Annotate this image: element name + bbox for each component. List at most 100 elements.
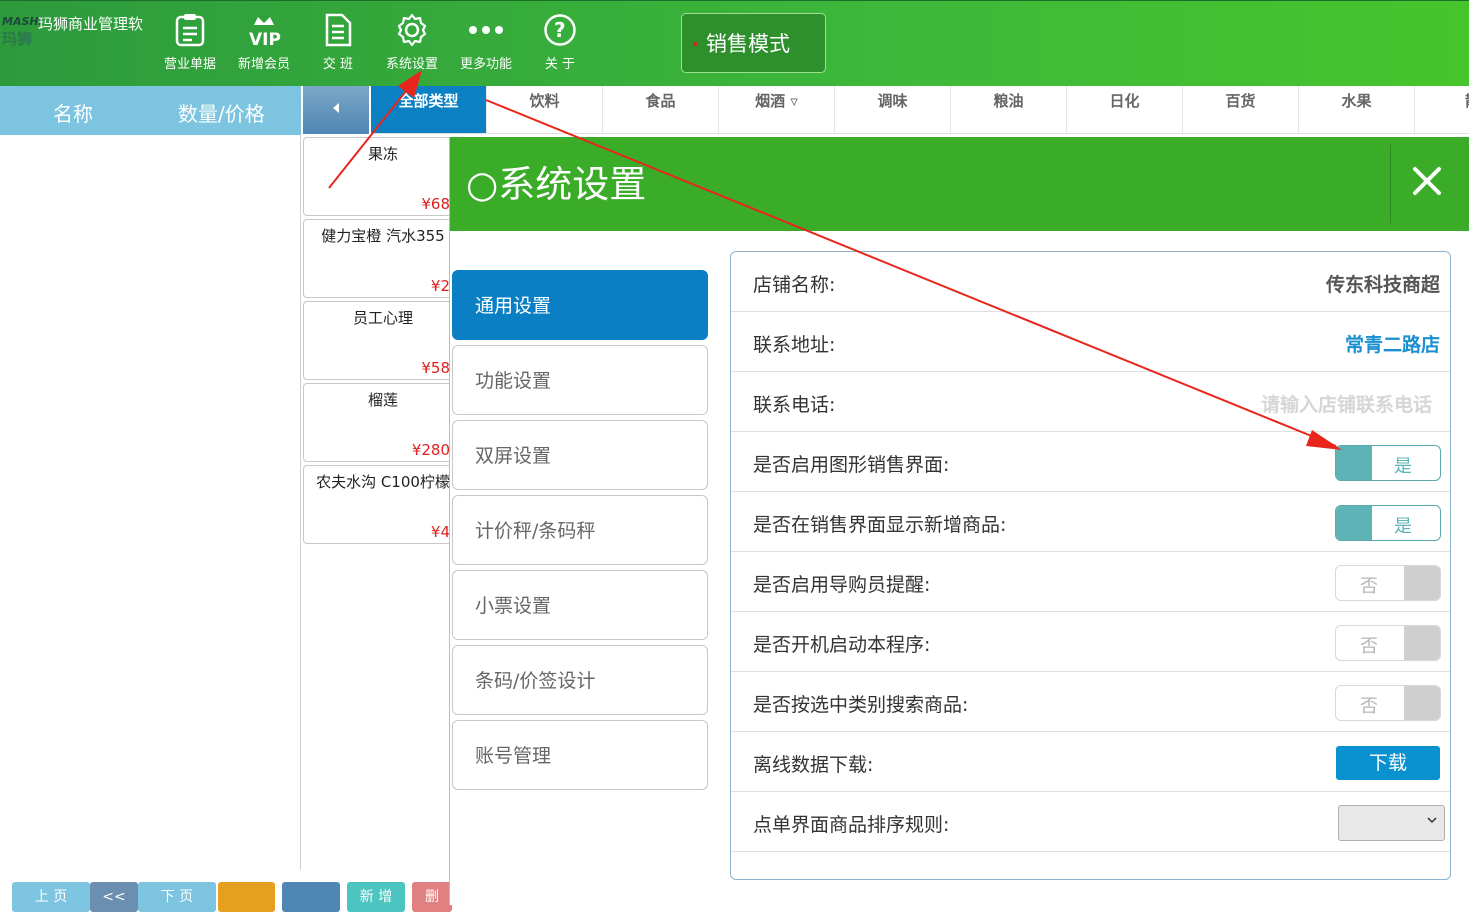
toggle-knob [1404,566,1440,600]
toggle-text: 是 [1394,516,1412,537]
product-name: 健力宝橙 汽水355 [321,227,445,245]
toolbar-label: 关 于 [544,57,576,72]
guide-remind-toggle[interactable]: 否 [1335,565,1441,601]
sales-mode-button[interactable]: 销售模式 [681,13,826,73]
action-button[interactable] [282,882,340,912]
action-button[interactable] [218,882,275,912]
toolbar-label: 营业单据 [163,57,216,72]
logo-mark-top: MASHI [2,15,43,28]
setting-row-show-new-products: 是否在销售界面显示新增商品: 是 [731,492,1450,552]
category-tab[interactable]: 饮料 [487,86,603,133]
product-card[interactable]: 榴莲 ¥280 [303,383,453,462]
setting-label: 联系电话: [753,394,836,416]
dialog-title: ○系统设置 [466,163,647,206]
phone-input[interactable]: 请输入店铺联系电话 [1261,390,1432,417]
divider [1390,145,1391,223]
status-dot [693,42,697,46]
close-icon [1405,167,1449,207]
chevron-down-icon [1427,814,1437,828]
general-settings-panel: 店铺名称: 传东科技商超 联系地址: 常青二路店 联系电话: 请输入店铺联系电话… [730,251,1451,880]
vip-crown-icon: VIP [246,11,282,49]
gear-icon [394,11,430,49]
setting-label: 联系地址: [753,334,836,356]
top-header: MASHI 玛狮 玛狮商业管理软 营业单据 VIP 新增会员 交 班 系统设置 … [0,0,1469,86]
page-up-button[interactable]: 上 页 [12,882,90,912]
setting-row-autostart: 是否开机启动本程序: 否 [731,612,1450,672]
toggle-text: 否 [1360,576,1378,597]
column-name: 名称 [53,102,93,126]
system-settings-dialog: ○系统设置 通用设置 功能设置 双屏设置 计价秤/条码秤 小票设置 条码/价签设… [449,137,1469,905]
category-tab[interactable]: 调味 [835,86,951,133]
shop-name-input[interactable]: 传东科技商超 [1326,270,1440,297]
category-tab[interactable]: 散 [1415,86,1469,133]
toggle-text: 否 [1360,636,1378,657]
download-button[interactable]: 下载 [1336,746,1440,780]
first-page-button[interactable]: << [90,882,138,912]
toggle-knob [1404,686,1440,720]
category-tab[interactable]: 食品 [603,86,719,133]
toolbar-sales-records-button[interactable]: 营业单据 [155,11,225,77]
svg-text:?: ? [554,18,566,42]
category-tabs: 全部类型 饮料 食品 烟酒 ▿ 调味 粮油 日化 百货 水果 散 [371,86,1469,134]
setting-label: 离线数据下载: [753,754,874,776]
toolbar-system-settings-button[interactable]: 系统设置 [377,11,447,77]
menu-receipt-settings[interactable]: 小票设置 [452,570,708,640]
show-new-products-toggle[interactable]: 是 [1335,505,1441,541]
product-name: 员工心理 [352,309,413,327]
graphic-sales-toggle[interactable]: 是 [1335,445,1441,481]
category-tab-all[interactable]: 全部类型 [371,86,487,133]
product-price: ¥4 [430,523,450,541]
category-tab[interactable]: 水果 [1299,86,1415,133]
toolbar-label: 更多功能 [459,57,512,72]
toggle-knob [1404,626,1440,660]
toolbar-about-button[interactable]: ? 关 于 [525,11,595,77]
category-prev-button[interactable] [303,86,369,134]
delete-button[interactable]: 删 [412,882,452,912]
product-name: 果冻 [367,145,398,163]
menu-dual-screen-settings[interactable]: 双屏设置 [452,420,708,490]
category-tab[interactable]: 粮油 [951,86,1067,133]
menu-barcode-label-design[interactable]: 条码/价签设计 [452,645,708,715]
product-price: ¥68 [421,195,450,213]
dialog-header: ○系统设置 [450,137,1469,231]
menu-account-management[interactable]: 账号管理 [452,720,708,790]
category-tab[interactable]: 烟酒 ▿ [719,86,835,133]
help-icon: ? [542,11,578,49]
toolbar-add-member-button[interactable]: VIP 新增会员 [229,11,299,77]
add-button[interactable]: 新 增 [347,882,405,912]
product-card[interactable]: 果冻 ¥68 [303,137,453,216]
toolbar-shift-handover-button[interactable]: 交 班 [303,11,373,77]
toggle-knob [1336,446,1372,480]
category-tab[interactable]: 百货 [1183,86,1299,133]
toggle-text: 是 [1394,456,1412,477]
setting-row-search-by-category: 是否按选中类别搜索商品: 否 [731,672,1450,732]
order-list-header: 名称 数量/价格 [0,86,301,135]
product-card[interactable]: 健力宝橙 汽水355 ¥2 [303,219,453,298]
category-tab[interactable]: 日化 [1067,86,1183,133]
setting-row-sort-rule: 点单界面商品排序规则: [731,792,1450,852]
menu-scale-settings[interactable]: 计价秤/条码秤 [452,495,708,565]
toolbar-label: 系统设置 [385,57,438,72]
sales-mode-label: 销售模式 [706,32,790,56]
toolbar-label: 交 班 [322,57,354,72]
menu-general-settings[interactable]: 通用设置 [452,270,708,340]
logo-mark-bottom: 玛狮 [2,30,33,48]
toolbar-more-functions-button[interactable]: 更多功能 [451,11,521,77]
product-name: 农夫水沟 C100柠檬 [316,473,450,491]
address-input[interactable]: 常青二路店 [1345,330,1440,357]
more-dots-icon [468,11,504,49]
product-card[interactable]: 农夫水沟 C100柠檬 ¥4 [303,465,453,544]
setting-label: 店铺名称: [753,274,836,296]
product-card[interactable]: 员工心理 ¥58 [303,301,453,380]
setting-label: 是否开机启动本程序: [753,634,931,656]
toolbar-label: 新增会员 [237,57,290,72]
close-button[interactable] [1405,159,1449,203]
setting-label: 是否按选中类别搜索商品: [753,694,969,716]
menu-function-settings[interactable]: 功能设置 [452,345,708,415]
sort-rule-select[interactable] [1338,805,1445,841]
setting-label: 点单界面商品排序规则: [753,814,950,836]
product-price: ¥2 [430,277,450,295]
autostart-toggle[interactable]: 否 [1335,625,1441,661]
page-down-button[interactable]: 下 页 [138,882,216,912]
search-by-category-toggle[interactable]: 否 [1335,685,1441,721]
